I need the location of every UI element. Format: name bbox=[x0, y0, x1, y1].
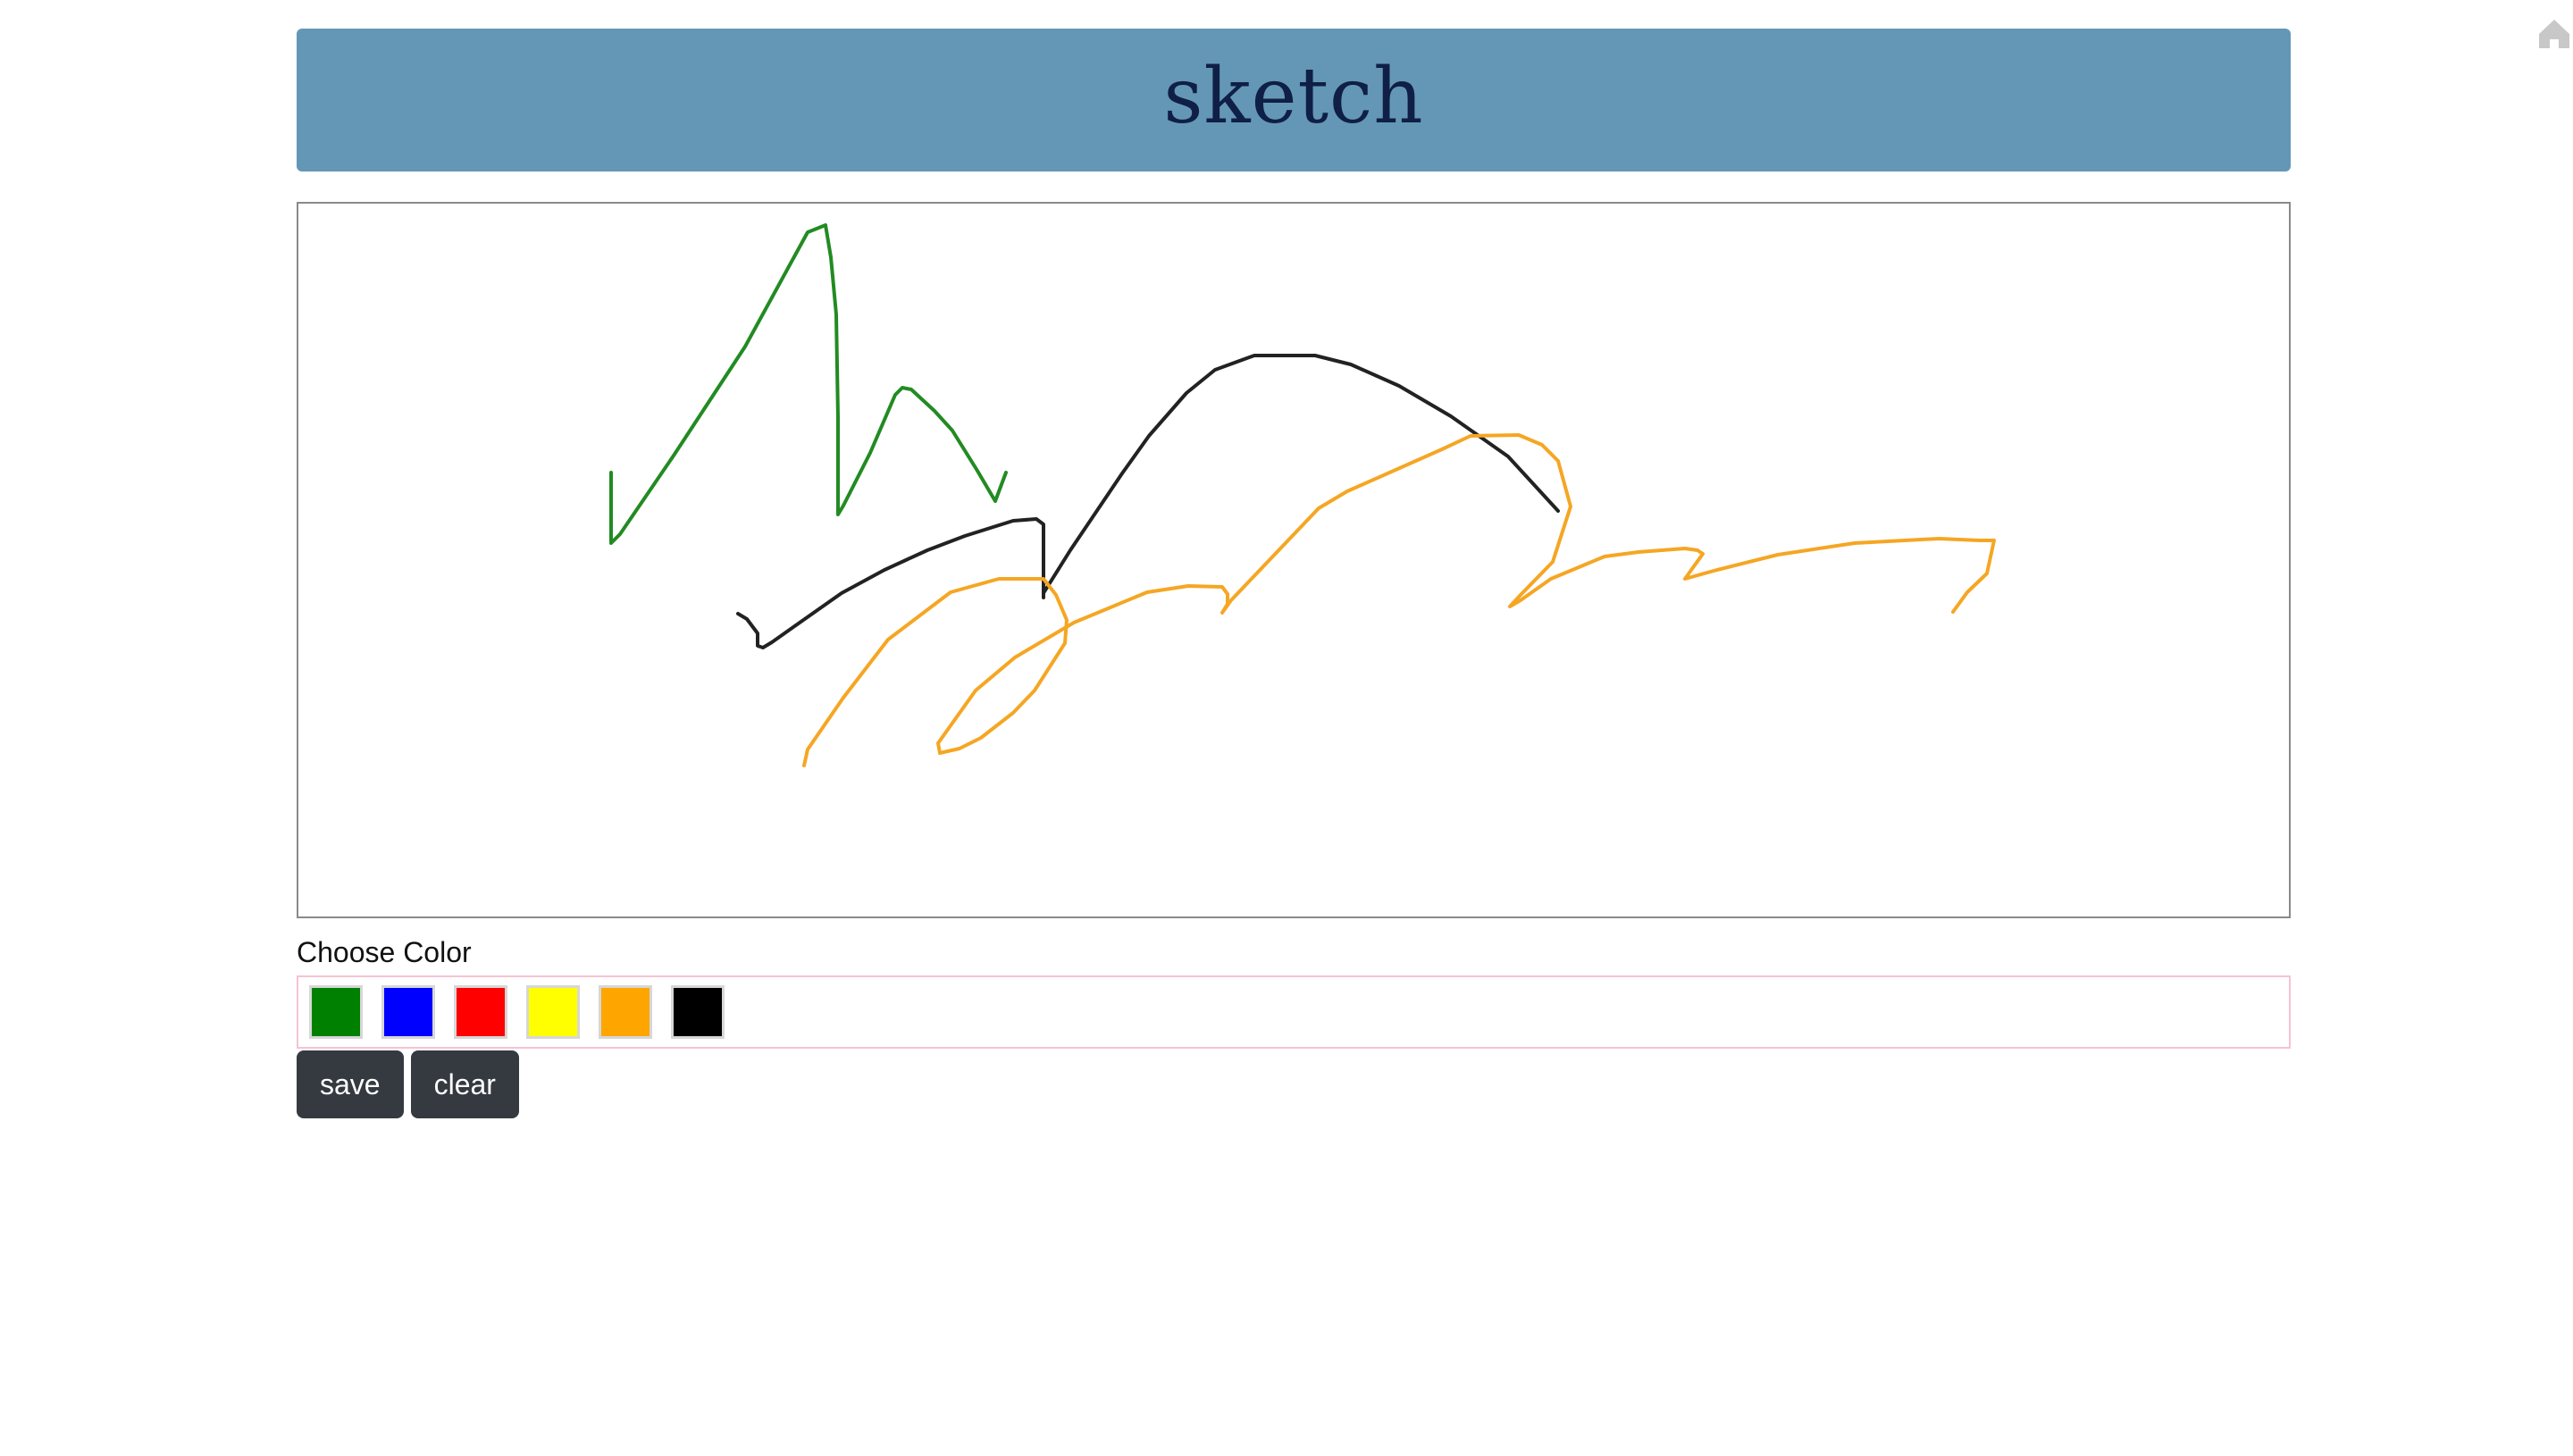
home-icon[interactable] bbox=[2535, 16, 2573, 52]
sketch-stroke-3 bbox=[802, 433, 1996, 767]
choose-color-label: Choose Color bbox=[297, 936, 472, 968]
action-buttons: save clear bbox=[297, 1050, 526, 1118]
sketch-stroke-1 bbox=[609, 223, 1008, 545]
color-swatch-red[interactable] bbox=[454, 985, 507, 1039]
color-palette bbox=[297, 975, 2291, 1049]
page-header: sketch bbox=[297, 29, 2291, 172]
color-swatch-yellow[interactable] bbox=[526, 985, 580, 1039]
color-swatch-green[interactable] bbox=[309, 985, 363, 1039]
sketch-canvas[interactable] bbox=[297, 202, 2291, 918]
color-swatch-blue[interactable] bbox=[381, 985, 435, 1039]
sketch-drawing bbox=[609, 223, 1996, 767]
color-swatch-black[interactable] bbox=[671, 985, 725, 1039]
page-title: sketch bbox=[1163, 52, 1424, 141]
sketch-stroke-2 bbox=[736, 354, 1560, 649]
clear-button[interactable]: clear bbox=[410, 1050, 519, 1118]
save-button[interactable]: save bbox=[297, 1050, 404, 1118]
color-swatch-orange[interactable] bbox=[599, 985, 652, 1039]
